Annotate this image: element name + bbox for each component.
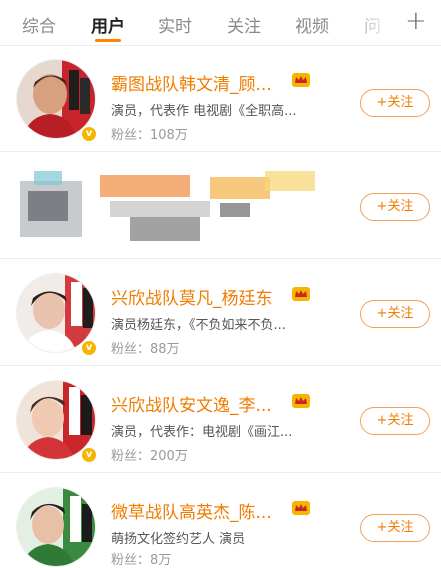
user-row[interactable]: v 兴欣战队莫凡_杨廷东 演员杨廷东，《不负如来不负... 粉丝：88万 +关注 bbox=[0, 260, 441, 366]
user-description: 演员，代表作：电视剧《画江... bbox=[111, 425, 293, 440]
user-description: 萌扬文化签约艺人 演员 bbox=[111, 532, 246, 547]
verified-badge-icon: v bbox=[80, 125, 98, 143]
fans-count: 粉丝：88万 bbox=[111, 342, 180, 357]
user-row[interactable]: v 兴欣战队安文逸_李... 演员，代表作：电视剧《画江... 粉丝：200万 … bbox=[0, 367, 441, 473]
crown-icon bbox=[292, 287, 310, 301]
follow-button[interactable]: +关注 bbox=[360, 407, 430, 435]
follow-button[interactable]: +关注 bbox=[360, 193, 430, 221]
verified-badge-icon: v bbox=[80, 339, 98, 357]
tab-realtime[interactable]: 实时 bbox=[158, 12, 192, 37]
crown-icon bbox=[292, 501, 310, 515]
avatar[interactable] bbox=[16, 487, 96, 567]
tab-users[interactable]: 用户 bbox=[91, 12, 125, 37]
tab-video[interactable]: 视频 bbox=[295, 12, 329, 37]
redaction-scribble bbox=[20, 171, 315, 241]
user-description: 演员杨廷东，《不负如来不负... bbox=[111, 318, 286, 333]
user-row[interactable]: 微草战队高英杰_陈... 萌扬文化签约艺人 演员 粉丝：8万 +关注 bbox=[0, 474, 441, 568]
user-row-obscured[interactable]: +关注 bbox=[0, 153, 441, 259]
crown-icon bbox=[292, 394, 310, 408]
fans-count: 粉丝：8万 bbox=[111, 553, 172, 568]
user-name[interactable]: 兴欣战队安文逸_李... bbox=[111, 391, 272, 416]
follow-button[interactable]: +关注 bbox=[360, 514, 430, 542]
follow-button[interactable]: +关注 bbox=[360, 89, 430, 117]
user-description: 演员，代表作 电视剧《全职高... bbox=[111, 104, 297, 119]
crown-icon bbox=[292, 73, 310, 87]
active-tab-indicator bbox=[95, 39, 121, 42]
tab-following[interactable]: 关注 bbox=[227, 12, 261, 37]
search-tabs: 综合 用户 实时 关注 视频 问 + bbox=[0, 0, 441, 46]
verified-badge-icon: v bbox=[80, 446, 98, 464]
tabs-fade bbox=[348, 0, 408, 45]
plus-icon[interactable]: + bbox=[405, 6, 427, 36]
tab-comprehensive[interactable]: 综合 bbox=[22, 12, 56, 37]
user-name[interactable]: 霸图战队韩文清_顾... bbox=[111, 70, 272, 95]
fans-count: 粉丝：200万 bbox=[111, 449, 188, 464]
user-name[interactable]: 兴欣战队莫凡_杨廷东 bbox=[111, 284, 273, 309]
user-row[interactable]: v 霸图战队韩文清_顾... 演员，代表作 电视剧《全职高... 粉丝：108万… bbox=[0, 46, 441, 152]
user-name[interactable]: 微草战队高英杰_陈... bbox=[111, 498, 272, 523]
fans-count: 粉丝：108万 bbox=[111, 128, 188, 143]
follow-button[interactable]: +关注 bbox=[360, 300, 430, 328]
